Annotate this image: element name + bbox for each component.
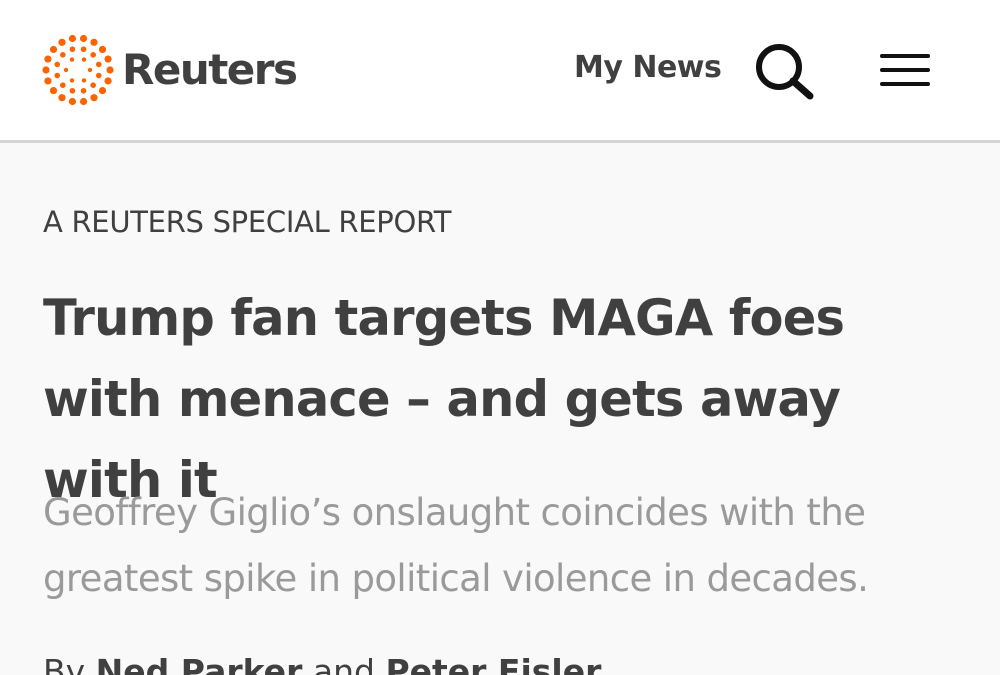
page: Reuters My News A REUTERS SPECIAL REPORT…: [0, 0, 1000, 675]
logo-dot: [90, 94, 98, 102]
logo-dot: [58, 94, 66, 102]
logo-dot: [44, 77, 52, 85]
logo-dot: [80, 46, 87, 53]
logo-dot: [54, 61, 61, 68]
logo-dot: [68, 97, 77, 106]
logo-dot: [90, 82, 96, 88]
my-news-link[interactable]: My News: [574, 50, 722, 86]
logo-dot: [81, 78, 87, 83]
logo-dot: [42, 66, 50, 74]
logo-dot: [87, 67, 93, 73]
logo-dot: [60, 52, 66, 58]
logo-dot: [44, 55, 52, 63]
search-button[interactable]: [752, 40, 818, 102]
logo-dot: [79, 34, 88, 43]
article-kicker: A REUTERS SPECIAL REPORT: [43, 205, 452, 239]
author-link-1[interactable]: Ned Parker: [96, 652, 303, 675]
logo-dot: [98, 45, 107, 54]
reuters-logo-link[interactable]: Reuters: [40, 32, 298, 108]
logo-dot: [90, 52, 96, 58]
author-link-2[interactable]: Peter Eisler: [385, 652, 601, 675]
search-icon: [756, 44, 814, 100]
logo-dot: [106, 66, 114, 74]
logo-dot: [63, 67, 69, 73]
logo-dot: [54, 72, 61, 79]
reuters-logo-icon: [42, 34, 114, 106]
logo-dot: [69, 87, 76, 94]
logo-dot: [80, 87, 87, 94]
logo-dot: [104, 77, 112, 85]
logo-dot: [79, 97, 88, 106]
logo-dot: [104, 55, 112, 63]
logo-dot: [90, 38, 98, 46]
logo-dot: [60, 82, 66, 88]
logo-dot: [58, 38, 66, 46]
logo-dot: [49, 45, 58, 54]
logo-dot: [81, 57, 87, 62]
logo-dot: [98, 86, 107, 95]
site-header: Reuters My News: [0, 0, 1000, 143]
logo-text: Reuters: [122, 45, 298, 94]
hamburger-menu-icon: [880, 54, 930, 86]
article-dek: Geoffrey Giglio’s onslaught coincides wi…: [43, 491, 869, 600]
menu-button[interactable]: [876, 48, 934, 92]
logo-dot: [49, 86, 58, 95]
logo-dot: [69, 46, 76, 53]
logo-dot: [68, 34, 77, 43]
logo-dot: [69, 57, 75, 62]
byline-joiner: and: [312, 652, 375, 675]
logo-dot: [95, 72, 102, 79]
logo-dot: [69, 78, 75, 83]
logo-dot: [95, 61, 102, 68]
byline-prefix: By: [43, 652, 86, 675]
article-byline: By Ned Parker and Peter Eisler: [43, 652, 601, 675]
